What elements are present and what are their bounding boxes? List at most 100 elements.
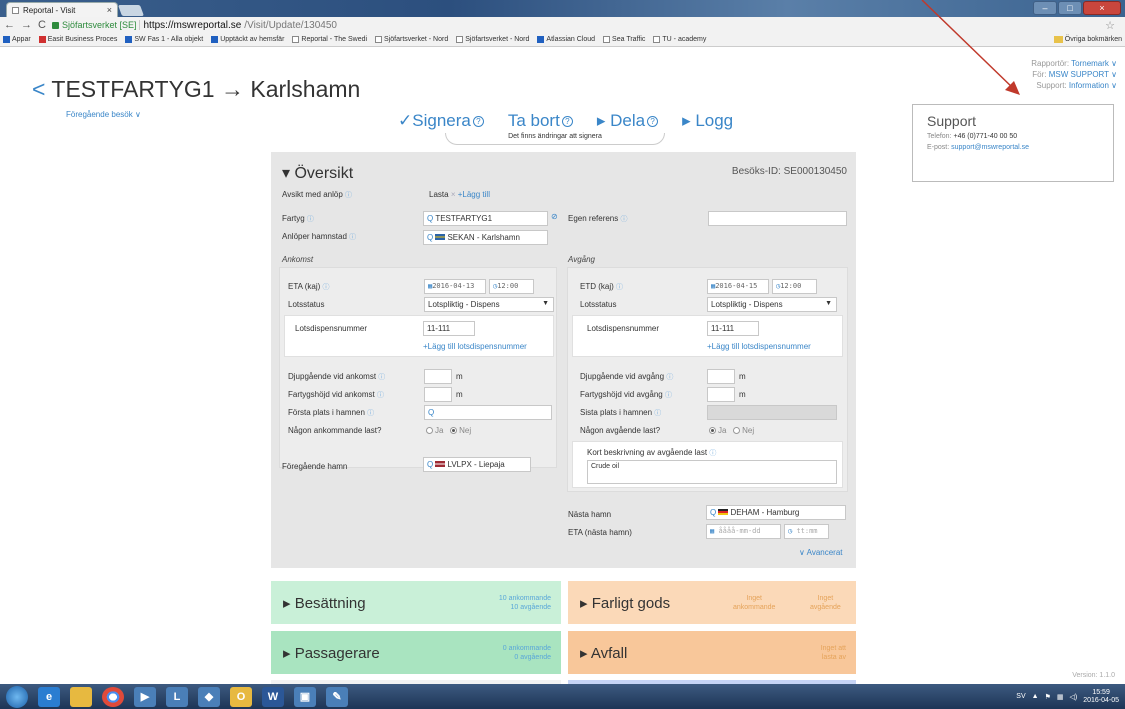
for-dropdown[interactable]: MSW SUPPORT ∨ [1049,70,1117,79]
radio-yes[interactable] [426,427,433,434]
url-field[interactable]: Sjöfartsverket [SE] https://mswreportal.… [51,20,337,31]
log-button[interactable]: ▸ Logg [682,111,733,131]
etd-time-field[interactable]: ◷12:00 [772,279,817,294]
unit-label: m [739,372,746,381]
add-exemption-link[interactable]: +Lägg till lotsdispensnummer [423,342,527,351]
exemption-field[interactable]: 11-111 [423,321,475,336]
start-button[interactable] [6,685,28,708]
info-icon: ⓘ [376,392,384,399]
bookmark-item[interactable]: SW Fas 1 - Alla objekt [125,36,203,43]
tray-up-icon[interactable]: ▲ [1032,693,1039,700]
clock[interactable]: 15:59 2016-04-05 [1083,689,1119,705]
overview-toggle[interactable]: ▾ Översikt [282,163,353,183]
help-icon[interactable]: ? [561,115,573,127]
bookmark-item[interactable]: Sjöfartsverket - Nord [375,36,448,43]
waste-tile[interactable]: ▸ Avfall Inget att lasta av [568,631,856,674]
share-button[interactable]: ▸ Dela? [597,111,659,131]
passengers-tile[interactable]: ▸ Passagerare 0 ankommande 0 avgående [271,631,561,674]
bookmark-item[interactable]: Atlassian Cloud [537,36,595,43]
chrome-icon[interactable] [102,686,124,707]
air-draft-departure-field[interactable] [707,387,735,402]
lync-icon[interactable]: L [166,686,188,707]
bookmark-star-icon[interactable]: ☆ [1105,19,1115,32]
support-dropdown[interactable]: Information ∨ [1069,81,1117,90]
dangerous-goods-tile[interactable]: ▸ Farligt gods Inget ankommande Inget avgå… [568,581,856,624]
delete-button[interactable]: Ta bort? [508,111,573,131]
maximize-button[interactable]: □ [1058,1,1082,15]
eta-next-time-field[interactable]: ◷ tt:mm [784,524,829,539]
draft-arrival-field[interactable] [424,369,452,384]
back-chevron-icon[interactable]: < [32,76,45,102]
unit-label: m [456,390,463,399]
edit-ship-icon[interactable]: ⊘ [551,212,558,221]
sign-button[interactable]: ✓Signera? [398,111,484,131]
eta-date-field[interactable]: ▦2016-04-13 [424,279,486,294]
radio-yes[interactable] [709,427,716,434]
add-purpose-link[interactable]: +Lägg till [458,190,490,199]
paint-icon[interactable]: ✎ [326,686,348,707]
own-ref-field[interactable] [708,211,847,226]
first-place-field[interactable]: Q [424,405,552,420]
ship-field[interactable]: Q TESTFARTYG1 [423,211,548,226]
bookmark-item[interactable]: Upptäckt av hemsfär [211,36,284,43]
new-tab-button[interactable] [117,5,145,16]
site-icon [211,36,219,43]
outlook-icon[interactable]: O [230,686,252,707]
clock-icon: ◷ [788,527,793,535]
germany-flag-icon [718,509,729,515]
close-window-button[interactable]: × [1083,1,1121,15]
search-icon: Q [427,460,434,469]
departure-exemption-box: Lotsdispensnummer 11-111 +Lägg till lots… [572,315,843,357]
bookmark-apps[interactable]: Appar [3,36,31,43]
bookmark-item[interactable]: TU - academy [653,36,706,43]
network-icon[interactable]: ▦ [1057,693,1064,701]
flag-icon[interactable]: ⚑ [1045,693,1051,701]
remote-desktop-icon[interactable]: ▣ [294,686,316,707]
exemption-field[interactable]: 11-111 [707,321,759,336]
radio-no[interactable] [733,427,741,434]
bookmark-item[interactable]: Easit Business Proces [38,36,117,43]
bookmark-item[interactable]: Sjöfartsverket - Nord [456,36,529,43]
radio-no[interactable] [450,427,458,434]
other-bookmarks[interactable]: Övriga bokmärken [1053,36,1122,43]
draft-arrival-label: Djupgående vid ankomst ⓘ [288,372,386,381]
bookmark-item[interactable]: Reportal - The Swedi [292,36,367,43]
remove-tag-icon[interactable]: × [451,190,456,199]
browser-tab[interactable]: Reportal - Visit × [6,2,118,17]
support-email-link[interactable]: support@mswreportal.se [951,144,1029,151]
bookmark-item[interactable]: Sea Traffic [603,36,645,43]
etd-date-field[interactable]: ▦2016-04-15 [707,279,769,294]
port-field[interactable]: Q SEKAN - Karlshamn [423,230,548,245]
pilot-select[interactable]: Lotspliktig - Dispens ▼ [424,297,554,312]
next-port-field[interactable]: Q DEHAM - Hamburg [706,505,846,520]
add-exemption-link[interactable]: +Lägg till lotsdispensnummer [707,342,811,351]
advanced-toggle[interactable]: ∨ Avancerat [799,548,843,557]
support-email: E-post: support@mswreportal.se [927,144,1030,151]
pilot-select[interactable]: Lotspliktig - Dispens ▼ [707,297,837,312]
previous-visit-link[interactable]: Föregående besök ∨ [66,110,141,119]
air-draft-arrival-field[interactable] [424,387,452,402]
help-icon[interactable]: ? [647,115,659,127]
internet-explorer-icon[interactable]: e [38,686,60,707]
reporter-dropdown[interactable]: Tornemark ∨ [1071,59,1117,68]
cargo-in-radios: Ja Nej [426,426,471,435]
word-icon[interactable]: W [262,686,284,707]
reload-icon[interactable]: C [38,19,46,31]
back-icon[interactable]: ← [4,19,15,31]
dangerous-goods-title: ▸ Farligt gods [580,594,671,612]
cargo-desc-textarea[interactable]: Crude oil [587,460,837,484]
media-player-icon[interactable]: ▶ [134,686,156,707]
volume-icon[interactable]: ◁) [1069,693,1077,701]
close-tab-icon[interactable]: × [107,5,112,15]
forward-icon[interactable]: → [21,19,32,31]
language-indicator[interactable]: SV [1016,693,1025,700]
eta-time-field[interactable]: ◷12:00 [489,279,534,294]
draft-departure-field[interactable] [707,369,735,384]
help-icon[interactable]: ? [472,115,484,127]
prev-port-field[interactable]: Q LVLPX - Liepaja [423,457,531,472]
eta-next-date-field[interactable]: ▦ åååå-mm-dd [706,524,781,539]
minimize-button[interactable]: – [1033,1,1057,15]
file-explorer-icon[interactable] [70,686,92,707]
crew-tile[interactable]: ▸ Besättning 10 ankommande 10 avgående [271,581,561,624]
app-icon[interactable]: ◆ [198,686,220,707]
